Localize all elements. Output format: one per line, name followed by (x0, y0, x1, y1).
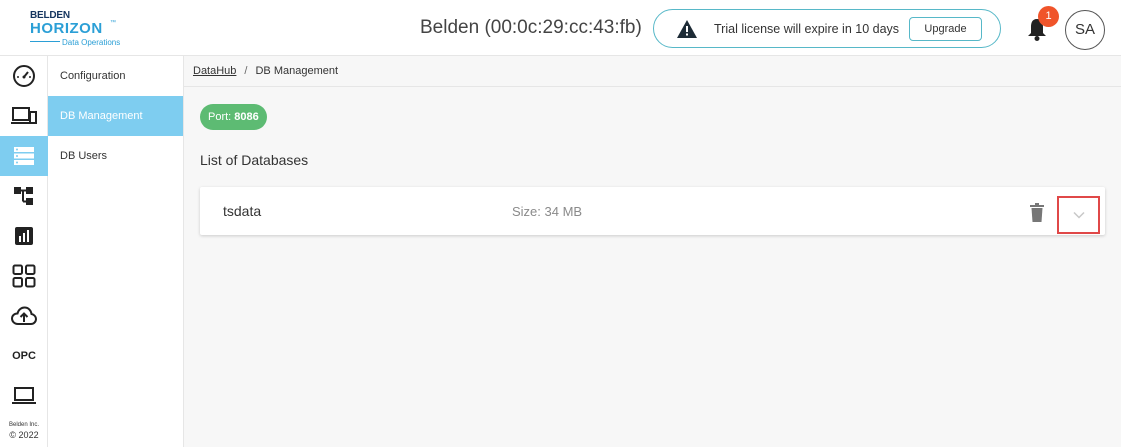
port-label: Port: (208, 111, 232, 123)
subnav-item-db-management[interactable]: DB Management (48, 96, 183, 136)
notification-badge: 1 (1038, 6, 1059, 27)
laptop-icon (12, 387, 36, 404)
copyright-company: Belden Inc. (8, 422, 40, 428)
belden-horizon-logo[interactable]: BELDEN HORIZON ™ Data Operations (28, 10, 128, 48)
port-value: 8086 (234, 111, 259, 123)
device-title: Belden (00:0c:29:cc:43:fb) (420, 17, 642, 38)
trial-message: Trial license will expire in 10 days (714, 22, 900, 36)
database-size: Size: 34 MB (512, 204, 583, 219)
cloud-upload-icon (11, 306, 37, 325)
flow-icon (14, 187, 33, 205)
main-content: DataHub / DB Management Port: 8086 List of… (184, 56, 1121, 447)
upgrade-button[interactable]: Upgrade (909, 17, 982, 41)
dashboard-icon (13, 65, 35, 87)
copyright: Belden Inc. © 2022 (0, 420, 48, 440)
breadcrumb-datahub-link[interactable]: DataHub (193, 65, 236, 77)
subnav-item-configuration[interactable]: Configuration (48, 56, 183, 96)
breadcrumb-current: DB Management (255, 65, 339, 77)
rail-charts[interactable] (0, 216, 48, 256)
logo-product: HORIZON (30, 20, 103, 37)
list-title: List of Databases (200, 152, 309, 168)
logo-tagline: Data Operations (62, 38, 121, 47)
rail-opc[interactable]: OPC (0, 336, 48, 376)
rail-laptop[interactable] (0, 376, 48, 416)
logo-bar (30, 41, 60, 42)
app-header: BELDEN HORIZON ™ Data Operations Belden … (0, 0, 1121, 56)
devices-icon (11, 107, 37, 124)
rail-apps[interactable] (0, 256, 48, 296)
database-icon (14, 147, 34, 165)
icon-rail: OPC Belden Inc. © 2022 (0, 56, 48, 447)
chevron-down-icon (1072, 211, 1085, 219)
database-name: tsdata (223, 203, 262, 219)
logo-trademark: ™ (110, 20, 116, 26)
rail-cloud[interactable] (0, 296, 48, 336)
trial-license-banner: Trial license will expire in 10 days Upg… (653, 9, 1001, 48)
port-badge: Port: 8086 (200, 104, 267, 130)
opc-label: OPC (12, 350, 36, 362)
rail-devices[interactable] (0, 96, 48, 136)
warning-icon (677, 20, 697, 38)
chart-icon (15, 227, 33, 245)
datahub-subnav: Configuration DB Management DB Users (48, 56, 184, 447)
rail-database[interactable] (0, 136, 48, 176)
subnav-item-db-users[interactable]: DB Users (48, 136, 183, 176)
rail-dashboard[interactable] (0, 56, 48, 96)
apps-grid-icon (12, 264, 36, 288)
rail-flow[interactable] (0, 176, 48, 216)
expand-row-button[interactable] (1057, 196, 1100, 234)
breadcrumb: DataHub / DB Management (184, 56, 1121, 87)
trash-icon[interactable] (1029, 203, 1045, 222)
user-avatar[interactable]: SA (1065, 10, 1105, 50)
database-row[interactable]: tsdata Size: 34 MB (200, 187, 1105, 235)
breadcrumb-separator: / (244, 65, 248, 77)
copyright-year: © 2022 (9, 430, 39, 440)
